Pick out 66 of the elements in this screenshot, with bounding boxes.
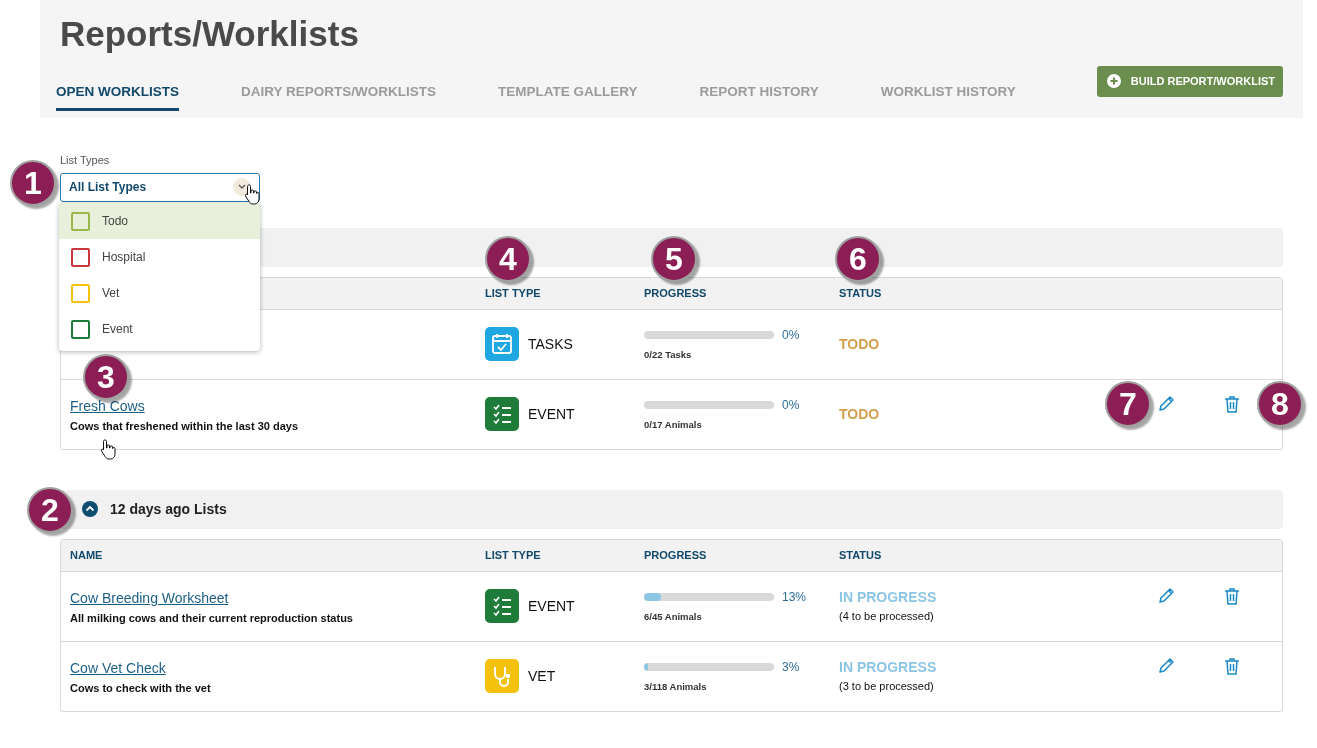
dropdown-option[interactable]: Todo (59, 203, 260, 239)
status-label: IN PROGRESS (839, 588, 937, 608)
column-header: NAME (69, 547, 104, 563)
list-type-select[interactable]: All List Types (60, 172, 260, 202)
progress-count: 0/22 Tasks (644, 347, 693, 362)
plus-icon (1106, 74, 1121, 89)
status-label: IN PROGRESS (839, 658, 937, 678)
progress-percent: 13% (782, 588, 807, 606)
column-header: LIST TYPE (485, 547, 542, 563)
list-type-label: EVENT (528, 404, 575, 424)
list-type-label: EVENT (528, 596, 575, 616)
status-note: (3 to be processed) (839, 679, 935, 695)
field-label: List Types (60, 153, 111, 168)
hand-cursor-icon (242, 183, 261, 205)
edit-button[interactable] (1157, 394, 1175, 413)
dropdown-option[interactable]: Vet (59, 275, 260, 311)
callout-badge: 7 (1105, 381, 1151, 427)
edit-button[interactable] (1157, 586, 1175, 605)
list-name-link[interactable]: Fresh Cows (70, 397, 145, 414)
trash-icon (1224, 656, 1240, 675)
checklist-icon (485, 589, 519, 623)
progress-count: 3/118 Animals (644, 679, 708, 694)
trash-icon (1224, 394, 1240, 413)
pencil-icon (1157, 394, 1175, 413)
delete-button[interactable] (1224, 394, 1240, 413)
dropdown-option[interactable]: Event (59, 311, 260, 347)
progress-percent: 0% (782, 396, 800, 414)
build-report-button[interactable]: BUILD REPORT/WORKLIST (1096, 66, 1283, 97)
edit-button[interactable] (1157, 656, 1175, 675)
status-label: TODO (839, 404, 880, 424)
list-description: Cows to check with the vet (70, 680, 211, 696)
list-description: All milking cows and their current reproduction status (70, 610, 353, 626)
progress-percent: 3% (782, 658, 800, 676)
page-title: Reports/Worklists (60, 14, 360, 54)
list-type-label: VET (528, 666, 556, 686)
list-name-link[interactable]: Cow Breeding Worksheet (70, 589, 229, 606)
trash-icon (1224, 586, 1240, 605)
pencil-icon (1157, 586, 1175, 605)
column-header: LIST TYPE (485, 285, 542, 301)
status-note: (4 to be processed) (839, 609, 935, 625)
group-title: 12 days ago Lists (110, 499, 227, 519)
hand-cursor-icon (98, 438, 117, 460)
collapse-icon[interactable] (82, 501, 98, 517)
dropdown-option[interactable]: Hospital (59, 239, 260, 275)
delete-button[interactable] (1224, 586, 1240, 605)
list-name-link[interactable]: Cow Vet Check (70, 659, 166, 676)
column-header: STATUS (839, 547, 883, 563)
callout-badge: 3 (83, 354, 129, 400)
list-description: Cows that freshened within the last 30 days (70, 418, 298, 434)
list-type-label: TASKS (528, 334, 573, 354)
status-label: TODO (839, 334, 880, 354)
calendar-check-icon (485, 327, 519, 361)
checklist-icon (485, 397, 519, 431)
column-header: STATUS (839, 285, 883, 301)
callout-badge: 2 (27, 487, 73, 533)
pencil-icon (1157, 656, 1175, 675)
tab[interactable]: OPEN WORKLISTS (56, 84, 179, 111)
stethoscope-icon (485, 659, 519, 693)
progress-count: 6/45 Animals (644, 609, 703, 624)
delete-button[interactable] (1224, 656, 1240, 675)
progress-percent: 0% (782, 326, 800, 344)
progress-count: 0/17 Animals (644, 417, 703, 432)
column-header: PROGRESS (644, 285, 708, 301)
column-header: PROGRESS (644, 547, 708, 563)
callout-badge: 1 (10, 160, 56, 206)
callout-badge: 8 (1257, 381, 1303, 427)
